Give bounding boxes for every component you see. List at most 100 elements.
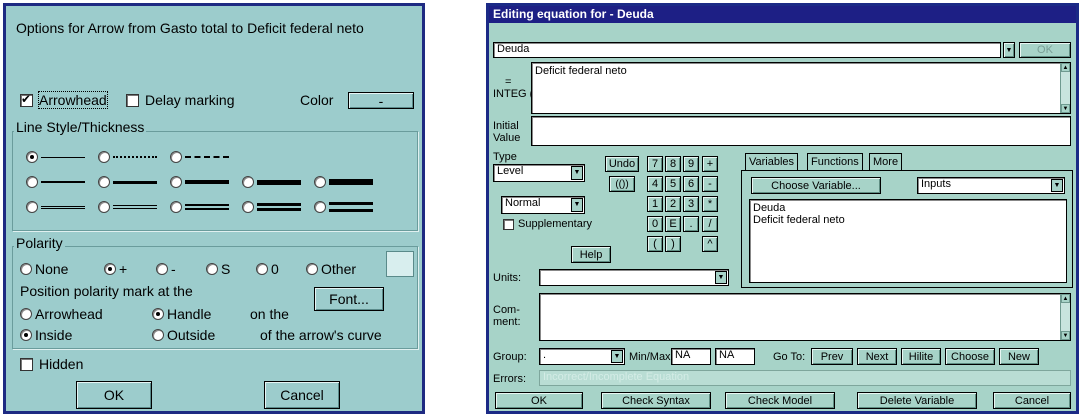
color-button[interactable]: - — [348, 92, 414, 109]
other-polarity-field[interactable] — [386, 251, 414, 277]
check-model-button[interactable]: Check Model — [725, 392, 835, 409]
key-5[interactable]: 5 — [665, 176, 681, 192]
scroll-up-icon[interactable]: ▲ — [1061, 63, 1070, 72]
key-4[interactable]: 4 — [647, 176, 663, 192]
group-dropdown-icon[interactable]: ▼ — [611, 350, 623, 363]
comment-textarea[interactable]: ▲ ▼ — [539, 293, 1071, 341]
paren-button[interactable]: (()) — [609, 176, 635, 192]
key-dot[interactable]: . — [683, 216, 699, 232]
choose-button[interactable]: Choose — [945, 348, 995, 365]
line-style-double-4[interactable] — [242, 201, 314, 213]
tab-variables[interactable]: Variables — [745, 153, 799, 170]
help-button[interactable]: Help — [571, 246, 611, 263]
prev-button[interactable]: Prev — [811, 348, 853, 365]
position-handle-radio[interactable]: Handle — [152, 306, 211, 322]
equation-textarea[interactable]: Deficit federal neto ▲ ▼ — [531, 62, 1071, 114]
delay-marking-row[interactable]: Delay marking — [126, 92, 234, 108]
hidden-checkbox[interactable] — [20, 357, 33, 371]
key-e[interactable]: E — [665, 216, 681, 232]
delay-marking-checkbox[interactable] — [126, 93, 139, 107]
line-style-thick-2[interactable] — [98, 176, 170, 188]
arrowhead-checkbox[interactable] — [20, 92, 33, 107]
type-select[interactable]: Level ▼ — [493, 164, 585, 182]
group-select[interactable]: . ▼ — [539, 348, 625, 365]
polarity-plus-radio[interactable]: + — [104, 261, 127, 277]
tab-functions[interactable]: Functions — [807, 153, 863, 170]
line-style-double-2[interactable] — [98, 201, 170, 213]
key-open-paren[interactable]: ( — [647, 236, 663, 252]
cancel-button[interactable]: Cancel — [993, 392, 1071, 409]
line-style-thick-3[interactable] — [170, 176, 242, 188]
max-field[interactable]: NA — [715, 348, 755, 365]
key-7[interactable]: 7 — [647, 156, 663, 172]
scroll-up-icon[interactable]: ▲ — [1061, 294, 1070, 303]
line-style-solid-thin[interactable] — [26, 151, 98, 163]
supplementary-checkbox-row[interactable]: Supplementary — [503, 218, 592, 230]
min-field[interactable]: NA — [671, 348, 711, 365]
units-dropdown-icon[interactable]: ▼ — [715, 271, 727, 284]
type-dropdown-icon[interactable]: ▼ — [571, 166, 583, 180]
ok-top-button[interactable]: OK — [1019, 42, 1071, 58]
polarity-none-radio[interactable]: None — [20, 261, 68, 277]
polarity-s-radio[interactable]: S — [206, 261, 230, 277]
key-minus[interactable]: - — [702, 176, 718, 192]
line-style-dotted[interactable] — [98, 151, 170, 163]
choose-variable-button[interactable]: Choose Variable... — [751, 177, 881, 194]
line-style-dashed[interactable] — [170, 151, 242, 163]
list-item[interactable]: Deficit federal neto — [753, 214, 1066, 226]
comment-scrollbar[interactable]: ▲ ▼ — [1060, 294, 1070, 340]
polarity-minus-radio[interactable]: - — [156, 261, 176, 277]
line-style-double-5[interactable] — [314, 201, 386, 213]
units-field[interactable]: ▼ — [539, 269, 729, 286]
line-style-double-3[interactable] — [170, 201, 242, 213]
line-style-thick-1[interactable] — [26, 176, 98, 188]
undo-button[interactable]: Undo — [605, 156, 639, 172]
key-9[interactable]: 9 — [683, 156, 699, 172]
arrowhead-checkbox-row[interactable]: Arrowhead — [20, 91, 108, 109]
list-item[interactable]: Deuda — [753, 202, 1066, 214]
line-style-thick-4[interactable] — [242, 176, 314, 188]
ok-button[interactable]: OK — [76, 381, 152, 409]
position-inside-radio[interactable]: Inside — [20, 327, 72, 343]
position-on-the-label: on the — [250, 306, 289, 322]
key-close-paren[interactable]: ) — [665, 236, 681, 252]
new-button[interactable]: New — [999, 348, 1039, 365]
variable-name-dropdown-icon[interactable]: ▼ — [1003, 42, 1015, 58]
line-style-thick-5[interactable] — [314, 176, 386, 188]
key-plus[interactable]: + — [702, 156, 718, 172]
key-3[interactable]: 3 — [683, 196, 699, 212]
key-6[interactable]: 6 — [683, 176, 699, 192]
key-multiply[interactable]: * — [702, 196, 718, 212]
initial-value-field[interactable] — [531, 116, 1071, 146]
hilite-button[interactable]: Hilite — [901, 348, 941, 365]
subtype-dropdown-icon[interactable]: ▼ — [571, 198, 583, 212]
hidden-checkbox-row[interactable]: Hidden — [20, 356, 83, 372]
key-1[interactable]: 1 — [647, 196, 663, 212]
check-syntax-button[interactable]: Check Syntax — [601, 392, 711, 409]
font-button[interactable]: Font... — [314, 287, 384, 311]
position-outside-radio[interactable]: Outside — [152, 327, 215, 343]
tab-more[interactable]: More — [869, 153, 903, 170]
key-power[interactable]: ^ — [702, 236, 718, 252]
key-0[interactable]: 0 — [647, 216, 663, 232]
next-button[interactable]: Next — [857, 348, 897, 365]
ok-button[interactable]: OK — [495, 392, 583, 409]
key-8[interactable]: 8 — [665, 156, 681, 172]
scroll-down-icon[interactable]: ▼ — [1061, 104, 1070, 113]
key-divide[interactable]: / — [702, 216, 718, 232]
variable-list[interactable]: Deuda Deficit federal neto — [749, 199, 1067, 283]
inputs-dropdown-icon[interactable]: ▼ — [1051, 179, 1063, 192]
subtype-select[interactable]: Normal ▼ — [501, 196, 585, 214]
cancel-button[interactable]: Cancel — [264, 381, 340, 409]
inputs-select[interactable]: Inputs ▼ — [917, 177, 1065, 194]
polarity-zero-radio[interactable]: 0 — [256, 261, 279, 277]
key-2[interactable]: 2 — [665, 196, 681, 212]
polarity-other-radio[interactable]: Other — [306, 261, 356, 277]
line-style-double-1[interactable] — [26, 201, 98, 213]
scroll-down-icon[interactable]: ▼ — [1061, 331, 1070, 340]
equation-scrollbar[interactable]: ▲ ▼ — [1060, 63, 1070, 113]
variable-name-field[interactable]: Deuda — [493, 42, 1001, 58]
position-arrowhead-radio[interactable]: Arrowhead — [20, 306, 103, 322]
supplementary-checkbox[interactable] — [503, 218, 514, 230]
delete-variable-button[interactable]: Delete Variable — [857, 392, 977, 409]
